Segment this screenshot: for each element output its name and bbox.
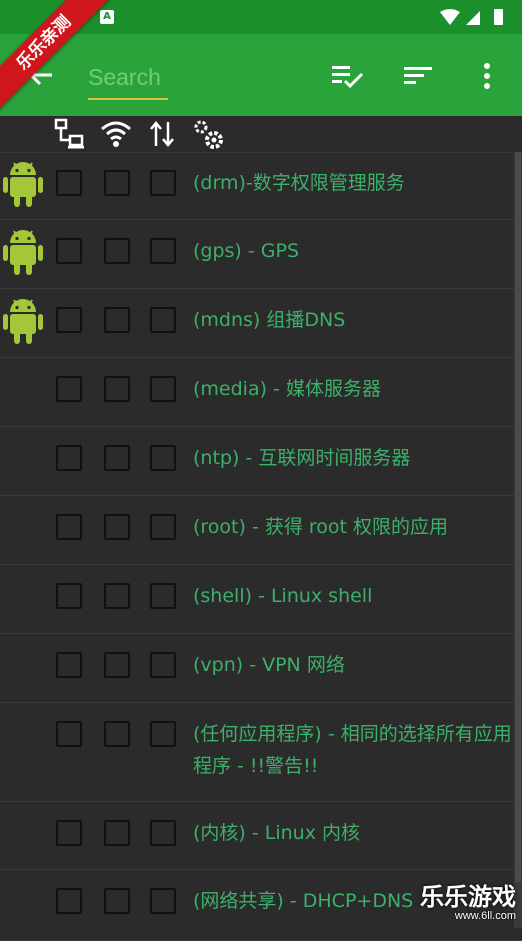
wifi-checkbox[interactable]	[104, 583, 130, 609]
column-header	[0, 116, 522, 153]
lan-checkbox[interactable]	[56, 721, 82, 747]
scrollbar-thumb[interactable]	[515, 152, 521, 882]
app-label: (内核) - Linux 内核	[193, 822, 360, 844]
wifi-checkbox[interactable]	[104, 652, 130, 678]
list-item[interactable]: (shell) - Linux shell	[0, 565, 522, 634]
data-checkbox[interactable]	[150, 514, 176, 540]
data-checkbox[interactable]	[150, 652, 176, 678]
sort-icon[interactable]	[402, 61, 436, 91]
data-checkbox[interactable]	[150, 888, 176, 914]
wifi-checkbox[interactable]	[104, 721, 130, 747]
scrollbar[interactable]	[514, 152, 522, 928]
app-label: (mdns) 组播DNS	[193, 309, 346, 331]
data-checkbox[interactable]	[150, 445, 176, 471]
more-vert-icon[interactable]	[470, 61, 504, 91]
lan-icon[interactable]	[54, 118, 86, 150]
wifi-icon[interactable]	[100, 118, 132, 150]
select-all-icon[interactable]	[330, 61, 364, 91]
app-label: (任何应用程序) - 相同的选择所有应用程序 - !!警告!!	[193, 723, 512, 777]
wifi-checkbox[interactable]	[104, 307, 130, 333]
list-item[interactable]: (media) - 媒体服务器	[0, 358, 522, 427]
list-item[interactable]: (root) - 获得 root 权限的应用	[0, 496, 522, 565]
data-transfer-icon[interactable]	[148, 118, 176, 150]
lan-checkbox[interactable]	[56, 514, 82, 540]
wifi-checkbox[interactable]	[104, 376, 130, 402]
lan-checkbox[interactable]	[56, 170, 82, 196]
wifi-checkbox[interactable]	[104, 238, 130, 264]
app-label: (drm)-数字权限管理服务	[193, 172, 405, 194]
settings-icon[interactable]	[192, 118, 226, 152]
lan-checkbox[interactable]	[56, 652, 82, 678]
wifi-checkbox[interactable]	[104, 888, 130, 914]
watermark-logo: 乐乐游戏 www.6ll.com	[406, 884, 516, 924]
android-icon	[3, 162, 43, 207]
search-field[interactable]	[88, 60, 168, 100]
data-checkbox[interactable]	[150, 721, 176, 747]
app-label: (shell) - Linux shell	[193, 585, 373, 607]
android-icon	[3, 230, 43, 275]
data-checkbox[interactable]	[150, 170, 176, 196]
list-item[interactable]: (gps) - GPS	[0, 220, 522, 289]
list-item[interactable]: (任何应用程序) - 相同的选择所有应用程序 - !!警告!!	[0, 703, 522, 802]
list-item[interactable]: (vpn) - VPN 网络	[0, 634, 522, 703]
app-label: (vpn) - VPN 网络	[193, 654, 345, 676]
list-item[interactable]: (mdns) 组播DNS	[0, 289, 522, 358]
lan-checkbox[interactable]	[56, 888, 82, 914]
app-label: (media) - 媒体服务器	[193, 378, 381, 400]
list-item[interactable]: (内核) - Linux 内核	[0, 802, 522, 870]
wifi-checkbox[interactable]	[104, 514, 130, 540]
data-checkbox[interactable]	[150, 376, 176, 402]
data-checkbox[interactable]	[150, 307, 176, 333]
lan-checkbox[interactable]	[56, 376, 82, 402]
android-icon	[3, 299, 43, 344]
wifi-checkbox[interactable]	[104, 820, 130, 846]
notification-a-icon: A	[100, 10, 114, 24]
lan-checkbox[interactable]	[56, 307, 82, 333]
wifi-checkbox[interactable]	[104, 170, 130, 196]
app-list: (drm)-数字权限管理服务 (gps) - GPS (mdns) 组播DNS (me…	[0, 152, 522, 941]
watermark-url: www.6ll.com	[454, 910, 516, 922]
data-checkbox[interactable]	[150, 820, 176, 846]
lan-checkbox[interactable]	[56, 583, 82, 609]
app-label: (gps) - GPS	[193, 240, 300, 262]
data-checkbox[interactable]	[150, 238, 176, 264]
app-label: (root) - 获得 root 权限的应用	[193, 516, 449, 538]
lan-checkbox[interactable]	[56, 445, 82, 471]
app-bar	[0, 34, 522, 116]
data-checkbox[interactable]	[150, 583, 176, 609]
search-input[interactable]	[88, 60, 168, 94]
watermark-brand: 乐乐游戏	[420, 883, 516, 911]
list-item[interactable]: (ntp) - 互联网时间服务器	[0, 427, 522, 496]
lan-checkbox[interactable]	[56, 820, 82, 846]
list-item[interactable]: (drm)-数字权限管理服务	[0, 152, 522, 220]
app-label: (ntp) - 互联网时间服务器	[193, 447, 411, 469]
wifi-checkbox[interactable]	[104, 445, 130, 471]
status-icons	[440, 9, 503, 25]
lan-checkbox[interactable]	[56, 238, 82, 264]
